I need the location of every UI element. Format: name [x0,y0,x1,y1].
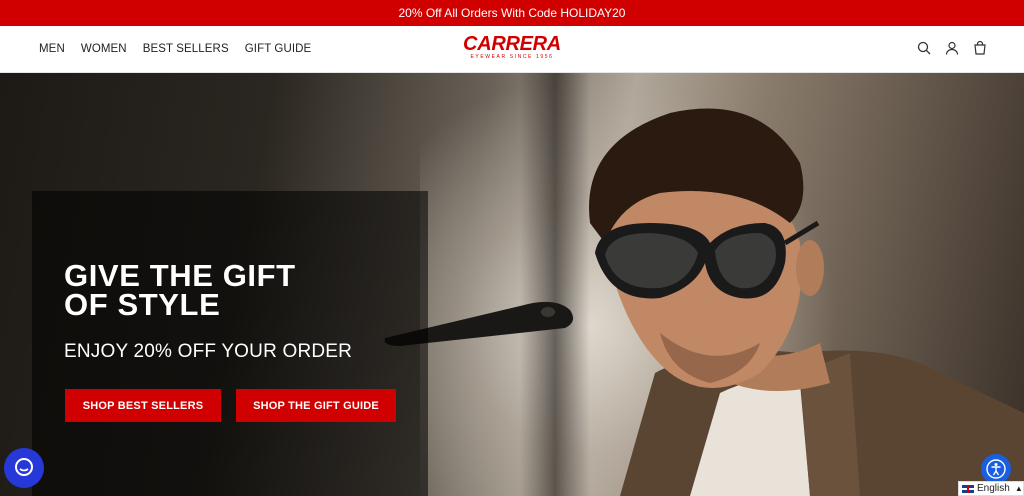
site-header: MEN WOMEN BEST SELLERS GIFT GUIDE CARRER… [0,26,1024,73]
accessibility-icon [986,459,1006,479]
hero-headline-line2: OF STYLE [64,287,221,322]
logo-tagline: EYEWEAR SINCE 1956 [470,54,554,60]
hero-banner: GIVE THE GIFT OF STYLE ENJOY 20% OFF YOU… [0,73,1024,496]
logo-wordmark: CARRERA [463,33,561,55]
hero-subheadline: ENJOY 20% OFF YOUR ORDER [64,341,353,362]
search-icon[interactable] [916,40,932,56]
nav-item-gift-guide[interactable]: GIFT GUIDE [245,43,312,55]
chevron-up-icon: ▲ [1014,484,1023,493]
nav-item-men[interactable]: MEN [39,43,65,55]
carrera-logo[interactable]: CARRERA EYEWEAR SINCE 1956 [456,34,568,66]
language-selector[interactable]: English ▲ [958,481,1024,496]
accessibility-button[interactable] [981,454,1011,484]
hero-headline: GIVE THE GIFT OF STYLE [64,260,404,322]
uk-flag-icon [962,484,974,493]
shop-best-sellers-button[interactable]: SHOP BEST SELLERS [65,389,221,422]
shop-gift-guide-button[interactable]: SHOP THE GIFT GUIDE [236,389,396,422]
hero-model-image [589,108,1024,496]
account-icon[interactable] [944,40,960,56]
cart-icon[interactable] [972,40,988,56]
nav-item-women[interactable]: WOMEN [81,43,127,55]
promo-text: 20% Off All Orders With Code HOLIDAY20 [398,6,626,20]
chat-bubble-icon [15,458,33,476]
live-chat-button[interactable] [4,448,44,488]
header-icons [916,40,988,56]
main-nav: MEN WOMEN BEST SELLERS GIFT GUIDE [0,43,311,55]
nav-item-best-sellers[interactable]: BEST SELLERS [143,43,229,55]
promo-banner: 20% Off All Orders With Code HOLIDAY20 [0,0,1024,26]
language-label: English [977,483,1010,494]
